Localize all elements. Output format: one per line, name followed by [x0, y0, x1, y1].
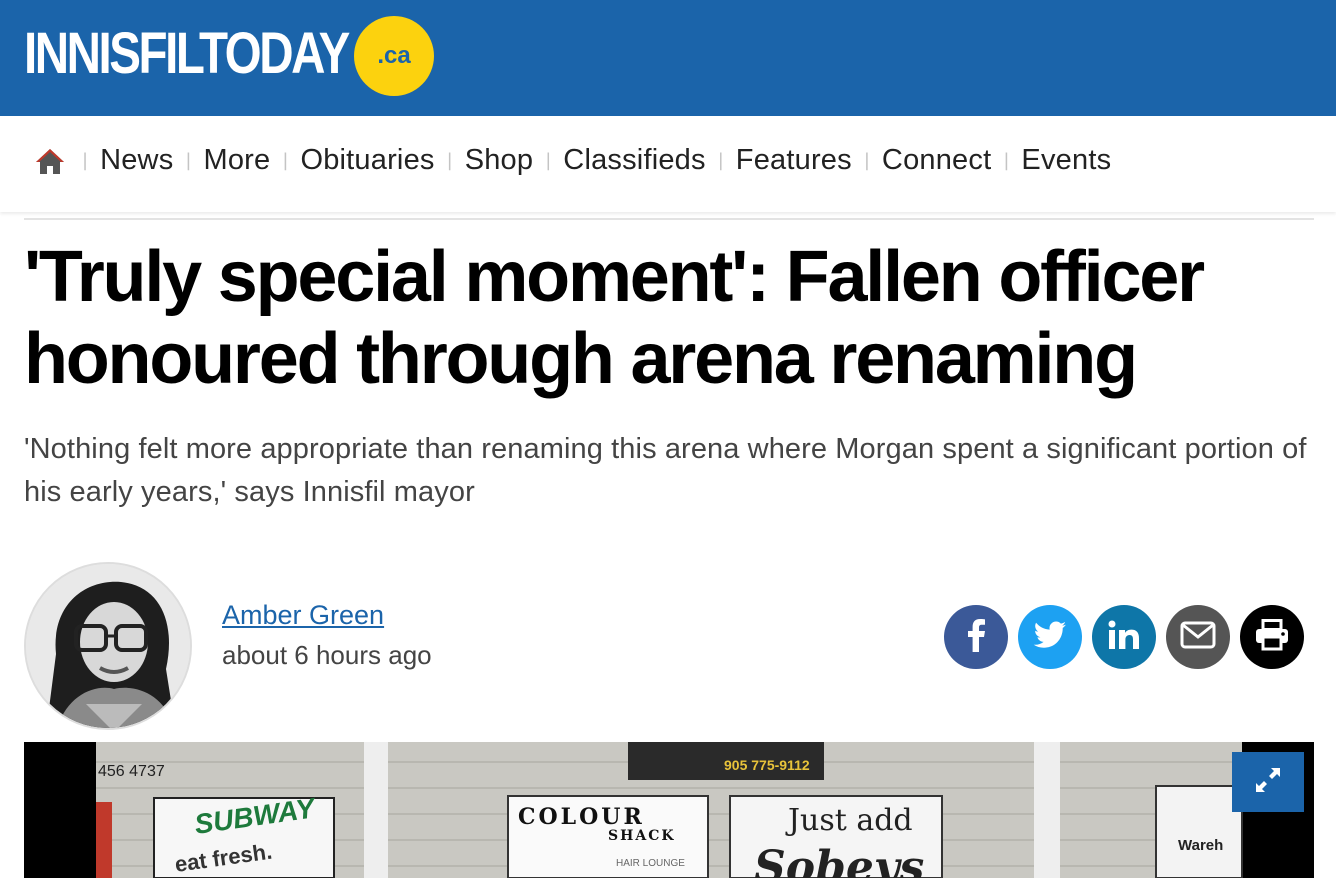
- article-photo[interactable]: SUBWAY eat fresh. 456 4737 COLOUR SHACK …: [24, 742, 1314, 878]
- photo-sign-just-add: Just add: [785, 803, 913, 838]
- nav-item-features[interactable]: Features: [736, 144, 852, 177]
- nav-item-more[interactable]: More: [203, 144, 270, 177]
- nav-item-events[interactable]: Events: [1021, 144, 1111, 177]
- expand-image-button[interactable]: [1232, 752, 1304, 812]
- linkedin-icon: [1108, 620, 1140, 654]
- nav-item-news[interactable]: News: [100, 144, 173, 177]
- publish-time: about 6 hours ago: [222, 640, 432, 670]
- twitter-icon: [1033, 621, 1067, 653]
- logo-ca-badge: .ca: [354, 16, 434, 96]
- nav-item-obituaries[interactable]: Obituaries: [300, 144, 434, 177]
- photo-sign-shack: SHACK: [608, 828, 676, 844]
- email-share-button[interactable]: [1166, 605, 1230, 669]
- email-icon: [1180, 621, 1216, 653]
- photo-sign-colour: COLOUR: [518, 804, 645, 830]
- nav-separator: |: [446, 150, 453, 171]
- nav-separator: |: [82, 150, 89, 171]
- site-header: INNISFILTODAY .ca: [0, 0, 1336, 116]
- photo-sign-phone-2: 905 775-9112: [724, 757, 810, 773]
- print-button[interactable]: [1240, 605, 1304, 669]
- linkedin-share-button[interactable]: [1092, 605, 1156, 669]
- author-link[interactable]: Amber Green: [222, 600, 384, 631]
- expand-icon: [1253, 765, 1283, 799]
- nav-item-shop[interactable]: Shop: [465, 144, 534, 177]
- nav-separator: |: [282, 150, 289, 171]
- photo-sign-phone: 456 4737: [98, 763, 165, 780]
- print-icon: [1254, 619, 1290, 655]
- twitter-share-button[interactable]: [1018, 605, 1082, 669]
- site-logo[interactable]: INNISFILTODAY .ca: [24, 16, 434, 96]
- nav-separator: |: [545, 150, 552, 171]
- facebook-share-button[interactable]: [944, 605, 1008, 669]
- nav-separator: |: [185, 150, 192, 171]
- photo-sign-sobeys: Sobeys: [754, 842, 924, 878]
- facebook-icon: [961, 618, 991, 656]
- nav-separator: |: [1003, 150, 1010, 171]
- home-icon[interactable]: [34, 145, 66, 177]
- nav-separator: |: [863, 150, 870, 171]
- logo-text: INNISFILTODAY: [24, 21, 350, 86]
- divider: [24, 218, 1314, 220]
- nav-separator: |: [717, 150, 724, 171]
- photo-sign-warehouse: Wareh: [1178, 837, 1223, 854]
- nav-item-classifieds[interactable]: Classifieds: [563, 144, 705, 177]
- author-avatar[interactable]: [24, 562, 192, 730]
- article-title: 'Truly special moment': Fallen officer h…: [24, 237, 1205, 399]
- photo-sign-hair: HAIR LOUNGE: [616, 858, 685, 869]
- nav-item-connect[interactable]: Connect: [882, 144, 991, 177]
- main-nav: | News | More | Obituaries | Shop | Clas…: [0, 116, 1336, 212]
- article-subtitle: 'Nothing felt more appropriate than rena…: [24, 433, 1307, 508]
